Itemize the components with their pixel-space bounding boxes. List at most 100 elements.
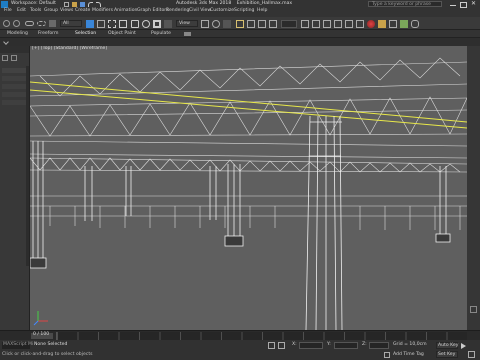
rectangular-selection-icon[interactable] xyxy=(108,20,116,28)
toggle-scene-explorer-icon[interactable] xyxy=(323,20,331,28)
workspace-dropdown[interactable]: Workspace: Default xyxy=(11,1,56,7)
explorer-list-row[interactable] xyxy=(2,68,26,73)
menu-views[interactable]: Views xyxy=(60,8,73,14)
mirror-icon[interactable] xyxy=(301,20,309,28)
minimize-button[interactable] xyxy=(449,1,457,8)
undo-toolbar-icon[interactable] xyxy=(3,20,10,27)
scene-explorer-panel xyxy=(0,46,30,330)
menu-modifiers[interactable]: Modifiers xyxy=(92,8,113,14)
menu-scripting[interactable]: Scripting xyxy=(234,8,254,14)
wireframe-scene[interactable] xyxy=(30,46,467,330)
menu-create[interactable]: Create xyxy=(75,8,90,14)
play-animation-icon[interactable] xyxy=(461,343,466,349)
keyboard-shortcut-override-icon[interactable] xyxy=(223,20,231,28)
toggle-layer-explorer-icon[interactable] xyxy=(334,20,342,28)
select-by-name-icon[interactable] xyxy=(97,20,105,28)
explorer-sort-icon[interactable] xyxy=(11,55,17,61)
pivot-point-icon[interactable] xyxy=(201,20,209,28)
explorer-list-row[interactable] xyxy=(2,100,26,105)
snaps-toggle-icon[interactable] xyxy=(236,20,244,28)
percent-snap-icon[interactable] xyxy=(258,20,266,28)
ribbon-tab-freeform[interactable]: Freeform xyxy=(38,31,58,37)
maxscript-mini-listener[interactable]: MAXScript Mi xyxy=(2,342,33,349)
menu-civil-view[interactable]: Civil View xyxy=(189,8,211,14)
z-coordinate-field[interactable] xyxy=(369,342,389,349)
select-object-icon[interactable] xyxy=(86,20,94,28)
explorer-scrollbar[interactable] xyxy=(26,66,29,266)
explorer-filter-icon[interactable] xyxy=(2,55,8,61)
viewport-label[interactable]: [+] [Top] [Standard] [Wireframe] xyxy=(32,46,107,52)
angle-snap-icon[interactable] xyxy=(247,20,255,28)
menu-tools[interactable]: Tools xyxy=(30,8,41,14)
menu-help[interactable]: Help xyxy=(257,8,267,14)
menu-file[interactable]: File xyxy=(4,8,12,14)
schematic-view-icon[interactable] xyxy=(356,20,364,28)
ribbon-tab-populate[interactable]: Populate xyxy=(151,31,171,37)
render-production-icon[interactable] xyxy=(400,20,408,28)
x-coordinate-field[interactable] xyxy=(299,342,323,349)
link-icon[interactable] xyxy=(25,21,34,26)
explorer-list-row[interactable] xyxy=(2,84,26,89)
rotate-icon[interactable] xyxy=(142,20,150,28)
reference-coordinate-dropdown[interactable]: View xyxy=(176,20,198,27)
explorer-list-row[interactable] xyxy=(2,92,26,97)
ribbon-tab-selection[interactable]: Selection xyxy=(75,31,96,37)
save-file-icon[interactable] xyxy=(80,2,85,7)
time-tag-icon[interactable] xyxy=(384,352,390,358)
track-bar[interactable] xyxy=(56,332,467,340)
redo-toolbar-icon[interactable] xyxy=(13,20,20,27)
open-file-icon[interactable] xyxy=(72,2,77,7)
menu-edit[interactable]: Edit xyxy=(17,8,26,14)
x-coordinate-label: X: xyxy=(292,342,297,347)
isolate-selection-icon[interactable] xyxy=(268,342,275,349)
explorer-list-row[interactable] xyxy=(2,76,26,81)
ribbon-expand-icon[interactable] xyxy=(3,39,9,45)
bind-space-warp-icon[interactable] xyxy=(49,20,56,27)
named-selection-sets-icon[interactable] xyxy=(281,20,297,28)
new-file-icon[interactable] xyxy=(64,2,69,7)
menu-rendering[interactable]: Rendering xyxy=(166,8,189,14)
menu-customize[interactable]: Customize xyxy=(210,8,234,14)
search-input[interactable]: Type a keyword or phrase xyxy=(368,1,442,7)
curve-editor-icon[interactable] xyxy=(345,20,353,28)
grid-size-display: Grid = 10,0cm xyxy=(393,342,427,347)
ribbon-tab-modeling[interactable]: Modeling xyxy=(7,31,28,37)
move-icon[interactable] xyxy=(131,20,139,28)
zoom-extents-icon[interactable] xyxy=(468,351,475,358)
menu-graph-editors[interactable]: Graph Editors xyxy=(137,8,169,14)
ribbon-tab-object-paint[interactable]: Object Paint xyxy=(108,31,136,37)
select-manipulate-icon[interactable] xyxy=(212,20,220,28)
scale-icon[interactable] xyxy=(153,20,161,28)
time-slider[interactable]: 0 / 100 xyxy=(0,330,480,340)
selection-lock-icon[interactable] xyxy=(278,342,285,349)
auto-key-button[interactable]: Auto Key xyxy=(436,342,458,349)
prompt-line: Click or click-and-drag to select object… xyxy=(2,352,93,357)
unlink-icon[interactable] xyxy=(37,21,46,26)
rendered-frame-window-icon[interactable] xyxy=(389,20,397,28)
app-name: Autodesk 3ds Max 2018 xyxy=(176,1,232,6)
ribbon-options-icon[interactable] xyxy=(184,32,191,36)
redo-icon[interactable] xyxy=(96,2,101,7)
spinner-snap-icon[interactable] xyxy=(269,20,277,28)
render-setup-icon[interactable] xyxy=(378,20,386,28)
undo-icon[interactable] xyxy=(88,2,93,7)
align-icon[interactable] xyxy=(312,20,320,28)
material-editor-icon[interactable] xyxy=(367,20,375,28)
window-crossing-icon[interactable] xyxy=(119,20,127,28)
add-time-tag[interactable]: Add Time Tag xyxy=(393,352,424,358)
y-coordinate-field[interactable] xyxy=(334,342,358,349)
placement-icon[interactable] xyxy=(164,20,172,28)
set-key-button[interactable]: Set Key xyxy=(436,351,458,358)
maximize-button[interactable] xyxy=(459,1,467,8)
render-in-cloud-icon[interactable] xyxy=(411,20,419,28)
time-slider-handle[interactable]: 0 / 100 xyxy=(31,332,53,339)
close-button[interactable]: ✕ xyxy=(469,1,478,8)
status-bar: MAXScript Mi None Selected Click or clic… xyxy=(0,340,480,360)
y-coordinate-label: Y: xyxy=(327,342,331,347)
app-logo-icon xyxy=(1,1,8,8)
selection-filter-dropdown[interactable]: All xyxy=(60,20,82,27)
viewport-nav-icon[interactable] xyxy=(470,306,477,313)
viewport[interactable]: [+] [Top] [Standard] [Wireframe] xyxy=(30,46,467,330)
menu-group[interactable]: Group xyxy=(44,8,58,14)
menu-animation[interactable]: Animation xyxy=(114,8,137,14)
